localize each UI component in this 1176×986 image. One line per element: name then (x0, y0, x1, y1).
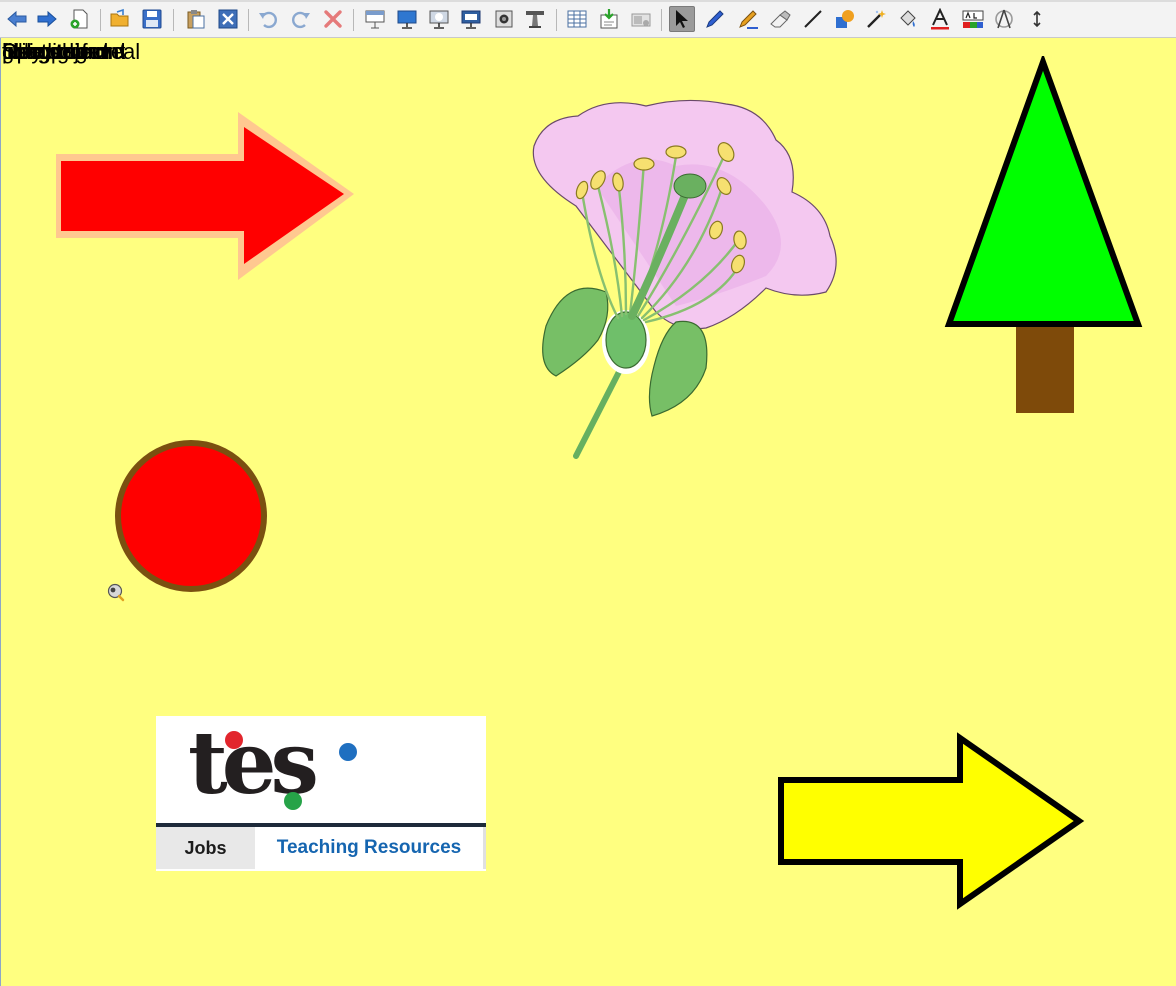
toolbar-separator (248, 9, 249, 31)
open-folder-icon[interactable] (107, 6, 133, 32)
resize-icon[interactable] (1024, 6, 1050, 32)
table-icon[interactable] (564, 6, 590, 32)
toolbar-separator (556, 9, 557, 31)
toolbar-separator (100, 9, 101, 31)
red-circle-shape[interactable] (112, 438, 272, 596)
forward-icon[interactable] (34, 6, 60, 32)
shape-icon[interactable] (832, 6, 858, 32)
fill-icon[interactable] (895, 6, 921, 32)
magic-wand-icon[interactable] (863, 6, 889, 32)
toolbar-top-border (0, 0, 1176, 2)
colour-text-icon[interactable] (960, 6, 986, 32)
sound-link-icon[interactable] (106, 582, 126, 602)
highlighter-icon[interactable] (735, 6, 761, 32)
select-icon[interactable] (669, 6, 695, 32)
text-icon[interactable] (927, 6, 953, 32)
camera-icon[interactable] (491, 6, 517, 32)
tree-shape[interactable] (942, 56, 1144, 416)
display-screen-icon[interactable] (394, 6, 420, 32)
insert-icon[interactable] (596, 6, 622, 32)
undo-icon[interactable] (255, 6, 281, 32)
pen-icon[interactable] (702, 6, 728, 32)
line-icon[interactable] (800, 6, 826, 32)
red-arrow-shape[interactable] (48, 104, 364, 288)
delete-icon[interactable] (320, 6, 346, 32)
overlapping-label[interactable]: link to sound (2, 41, 126, 63)
delete-page-icon[interactable] (215, 6, 241, 32)
flower-image[interactable] (526, 96, 844, 462)
display-spotlight-icon[interactable] (426, 6, 452, 32)
podium-icon[interactable] (522, 6, 548, 32)
eraser-icon[interactable] (767, 6, 793, 32)
tes-jobs-tab: Jobs (156, 827, 255, 869)
presentation-icon[interactable] (458, 6, 484, 32)
paste-icon[interactable] (183, 6, 209, 32)
tes-logo-dots (225, 731, 357, 810)
toolbar-separator (661, 9, 662, 31)
toolbar-separator (353, 9, 354, 31)
compass-icon[interactable] (991, 6, 1017, 32)
display-blind-icon[interactable] (362, 6, 388, 32)
toolbar-separator (173, 9, 174, 31)
new-page-icon[interactable] (66, 6, 92, 32)
media-icon[interactable] (628, 6, 654, 32)
back-icon[interactable] (4, 6, 30, 32)
redo-icon[interactable] (288, 6, 314, 32)
tes-logo-image[interactable]: tes Jobs Teaching Resources (156, 716, 486, 871)
save-icon[interactable] (139, 6, 165, 32)
main-toolbar (0, 0, 1176, 38)
tes-teaching-resources-tab: Teaching Resources (276, 837, 462, 858)
tes-edge (483, 827, 486, 869)
yellow-arrow-shape[interactable] (774, 730, 1092, 914)
